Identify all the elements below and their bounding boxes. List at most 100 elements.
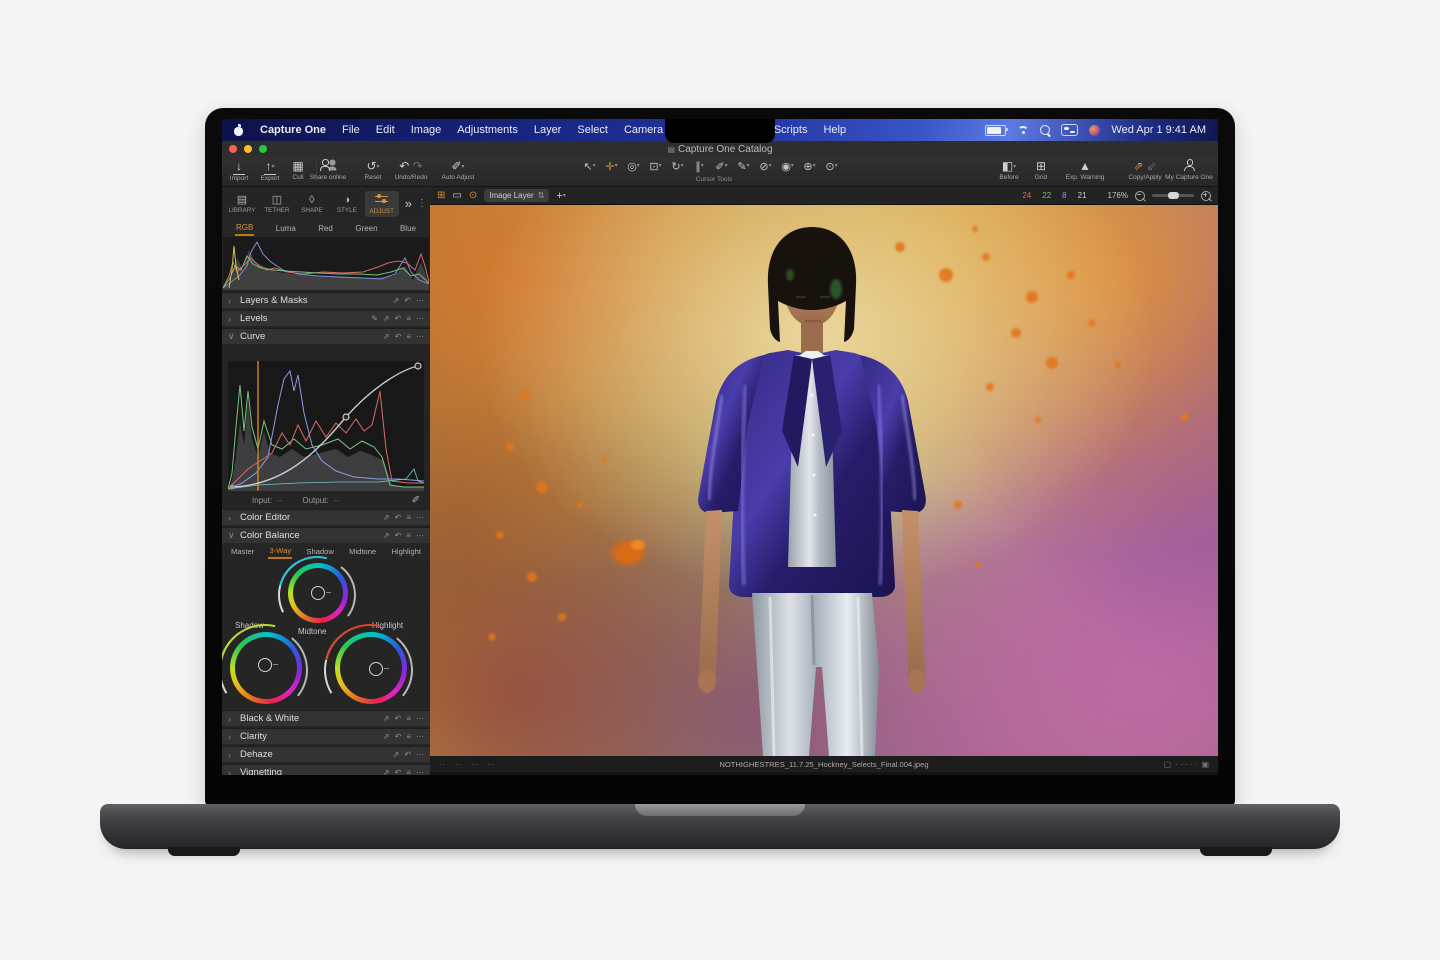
viewer-view-icon[interactable]: ▭ <box>452 191 461 201</box>
cb-tab-master[interactable]: Master <box>230 545 255 558</box>
cb-tab-3way[interactable]: 3-Way <box>268 544 292 559</box>
reset-icon[interactable]: ↶ <box>404 296 411 305</box>
presets-icon[interactable]: ≡ <box>406 768 411 775</box>
photo[interactable] <box>430 205 1218 756</box>
reset-icon[interactable]: ↶ <box>395 513 402 522</box>
my-capture-one-button[interactable]: My Capture One <box>1160 159 1218 182</box>
curve-graph[interactable] <box>228 361 424 491</box>
menubar-app-icon[interactable] <box>1089 125 1100 136</box>
straighten-tool[interactable]: ∥▾ <box>690 158 709 176</box>
spot-removal-tool[interactable]: ⊙▾ <box>822 158 841 176</box>
menu-bar-clock[interactable]: Wed Apr 1 9:41 AM <box>1111 124 1206 136</box>
midtone-color-wheel[interactable] <box>288 563 348 623</box>
copy-icon[interactable]: ⇗ <box>383 513 390 522</box>
reset-icon[interactable]: ↶ <box>395 732 402 741</box>
menu-capture-one[interactable]: Capture One <box>260 124 326 136</box>
export-button[interactable]: ↑▾Export <box>254 159 286 183</box>
curve-tab-green[interactable]: Green <box>354 222 378 235</box>
more-icon[interactable]: ⋯ <box>416 750 424 759</box>
menu-layer[interactable]: Layer <box>534 124 562 136</box>
tab-shape[interactable]: ◊SHAPE <box>295 192 329 216</box>
more-icon[interactable]: ⋯ <box>416 314 424 323</box>
reset-button[interactable]: ↺▾Reset <box>358 159 388 182</box>
loupe-tool[interactable]: ◎▾ <box>624 158 643 176</box>
panel-layers-masks[interactable]: › Layers & Masks ⇗ ↶ ⋯ <box>222 292 430 308</box>
before-after-button[interactable]: ◧▾Before <box>990 159 1028 182</box>
more-icon[interactable]: ⋯ <box>416 531 424 540</box>
panel-black-white[interactable]: › Black & White ⇗ ↶ ≡ ⋯ <box>222 710 430 726</box>
reset-icon[interactable]: ↶ <box>395 314 402 323</box>
spotlight-search-icon[interactable] <box>1040 125 1050 135</box>
tab-adjust[interactable]: ADJUST <box>365 191 399 217</box>
import-button[interactable]: ↓Import <box>224 159 254 183</box>
menu-file[interactable]: File <box>342 124 360 136</box>
reset-icon[interactable]: ↶ <box>395 768 402 775</box>
more-icon[interactable]: ⋯ <box>416 768 424 775</box>
undo-redo-button[interactable]: ↶ ↷Undo/Redo <box>390 159 432 182</box>
more-icon[interactable]: ⋯ <box>416 513 424 522</box>
zoom-in-icon[interactable] <box>1201 191 1211 201</box>
copy-icon[interactable]: ⇗ <box>383 732 390 741</box>
erase-tool[interactable]: ⊘▾ <box>756 158 775 176</box>
menu-camera[interactable]: Camera <box>624 124 663 136</box>
more-icon[interactable]: ⋯ <box>416 296 424 305</box>
cb-tab-midtone[interactable]: Midtone <box>348 545 377 558</box>
reset-icon[interactable]: ↶ <box>395 531 402 540</box>
grid-button[interactable]: ⊞Grid <box>1028 159 1054 182</box>
panel-color-balance[interactable]: ∨ Color Balance ⇗ ↶ ≡ ⋯ <box>222 527 430 543</box>
cb-tab-highlight[interactable]: Highlight <box>390 545 422 558</box>
presets-icon[interactable]: ≡ <box>406 732 411 741</box>
curve-tab-blue[interactable]: Blue <box>399 222 417 235</box>
more-icon[interactable]: ⋯ <box>416 332 424 341</box>
zoom-out-icon[interactable] <box>1135 191 1145 201</box>
panel-vignetting[interactable]: › Vignetting ⇗ ↶ ≡ ⋯ <box>222 764 430 775</box>
menu-scripts[interactable]: Scripts <box>774 124 808 136</box>
thumb-size-slider[interactable]: · · · · · <box>1175 760 1197 769</box>
copy-icon[interactable]: ⇗ <box>383 332 390 341</box>
presets-icon[interactable]: ≡ <box>406 314 411 323</box>
wifi-icon[interactable] <box>1017 126 1029 135</box>
thumbnails-view-icon[interactable]: ⊞ <box>437 191 445 201</box>
menu-edit[interactable]: Edit <box>376 124 395 136</box>
share-online-button[interactable]: Share online <box>302 159 354 182</box>
battery-icon[interactable] <box>985 125 1006 136</box>
pan-tool[interactable]: ✛▾ <box>602 158 621 176</box>
proof-view-icon[interactable]: ⊙ <box>469 191 477 201</box>
apple-menu-icon[interactable] <box>234 125 244 136</box>
copy-icon[interactable]: ⇗ <box>383 714 390 723</box>
add-layer-button[interactable]: +▾ <box>556 191 565 201</box>
menu-select[interactable]: Select <box>577 124 608 136</box>
zoom-slider[interactable] <box>1152 194 1194 197</box>
presets-icon[interactable]: ≡ <box>406 513 411 522</box>
copy-icon[interactable]: ⇗ <box>393 296 400 305</box>
highlight-color-wheel[interactable] <box>335 632 407 704</box>
reset-icon[interactable]: ↶ <box>404 750 411 759</box>
tab-style[interactable]: ◑STYLE <box>330 192 364 216</box>
tab-tether[interactable]: ◫TETHER <box>260 192 294 216</box>
more-tabs-icon[interactable]: » <box>405 196 412 211</box>
menu-adjustments[interactable]: Adjustments <box>457 124 518 136</box>
crop-tool[interactable]: ⊡▾ <box>646 158 665 176</box>
menu-help[interactable]: Help <box>823 124 846 136</box>
control-center-icon[interactable] <box>1061 124 1078 136</box>
tab-library[interactable]: ▤LIBRARY <box>225 192 259 216</box>
panel-dehaze[interactable]: › Dehaze ⇗ ↶ ⋯ <box>222 746 430 762</box>
copy-icon[interactable]: ⇗ <box>383 768 390 775</box>
select-tool[interactable]: ↖▾ <box>580 158 599 176</box>
curve-tab-luma[interactable]: Luma <box>275 222 297 235</box>
draw-mask-tool[interactable]: ◉▾ <box>778 158 797 176</box>
panel-curve[interactable]: ∨ Curve ⇗ ↶ ≡ ⋯ <box>222 328 430 344</box>
curve-tab-red[interactable]: Red <box>317 222 334 235</box>
presets-icon[interactable]: ≡ <box>406 531 411 540</box>
copy-icon[interactable]: ⇗ <box>393 750 400 759</box>
panel-levels[interactable]: › Levels ✎ ⇗ ↶ ≡ ⋯ <box>222 310 430 326</box>
presets-icon[interactable]: ≡ <box>406 332 411 341</box>
copy-icon[interactable]: ⇗ <box>383 531 390 540</box>
more-icon[interactable]: ⋯ <box>416 732 424 741</box>
menu-image[interactable]: Image <box>411 124 442 136</box>
more-icon[interactable]: ⋯ <box>416 714 424 723</box>
cb-tab-shadow[interactable]: Shadow <box>305 545 334 558</box>
rotate-tool[interactable]: ↻▾ <box>668 158 687 176</box>
curve-tab-rgb[interactable]: RGB <box>235 221 254 236</box>
thumb-size-small-icon[interactable]: ▢ <box>1164 760 1172 769</box>
